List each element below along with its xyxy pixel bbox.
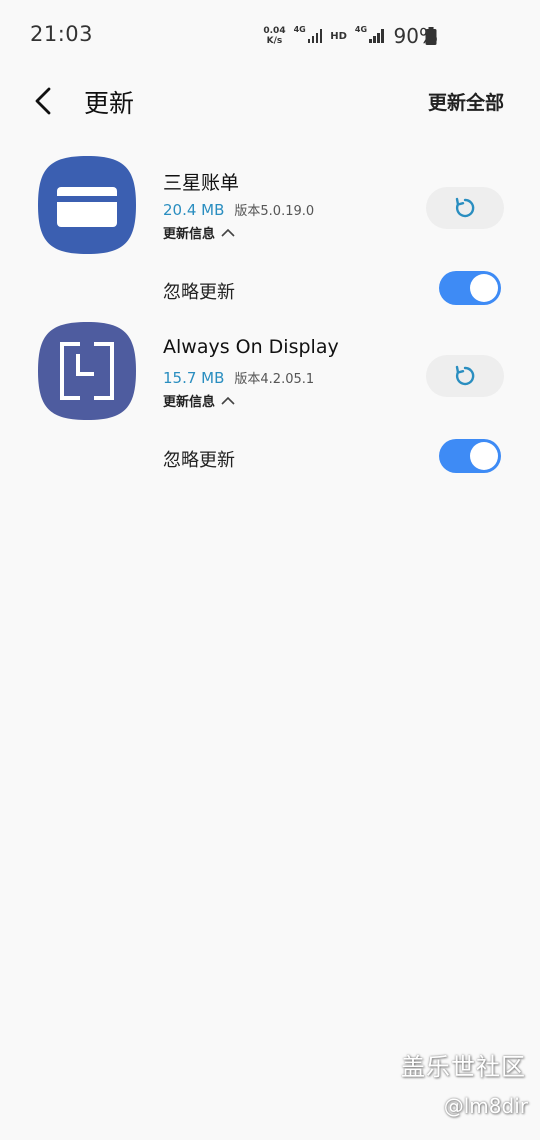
update-info-toggle[interactable]: 更新信息 xyxy=(163,391,235,410)
network-speed-unit: K/s xyxy=(266,36,283,46)
app-size: 20.4 MB xyxy=(163,201,225,219)
refresh-icon xyxy=(455,197,475,218)
ignore-update-label: 忽略更新 xyxy=(163,282,235,303)
battery-icon xyxy=(425,27,437,45)
card-icon xyxy=(38,156,136,254)
update-all-button[interactable]: 更新全部 xyxy=(428,88,504,115)
updates-screen: 21:03 0.04 K/s 4G HD 4G 90% 更新 更新全部 三星账单… xyxy=(0,0,540,1140)
watermark-user: @lm8dir xyxy=(443,1094,528,1118)
update-button[interactable] xyxy=(426,187,504,229)
ignore-update-switch[interactable] xyxy=(439,271,501,305)
update-info-label: 更新信息 xyxy=(163,227,216,242)
app-version: 版本5.0.19.0 xyxy=(234,204,315,219)
chevron-up-icon xyxy=(221,228,235,237)
back-button[interactable] xyxy=(28,84,58,118)
ignore-update-label: 忽略更新 xyxy=(163,450,235,471)
watermark-brand: 盖乐世社区 xyxy=(401,1053,526,1081)
signal-1-icon xyxy=(307,29,323,43)
update-info-label: 更新信息 xyxy=(163,395,216,410)
refresh-icon xyxy=(455,365,475,386)
network-speed-value: 0.04 xyxy=(263,26,286,36)
switch-knob xyxy=(470,442,498,470)
page-title: 更新 xyxy=(84,89,135,118)
app-meta: 15.7 MB 版本4.2.05.1 xyxy=(163,368,314,387)
status-bar: 21:03 0.04 K/s 4G HD 4G 90% xyxy=(0,0,540,72)
ignore-update-switch[interactable] xyxy=(439,439,501,473)
app-size: 15.7 MB xyxy=(163,369,225,387)
network-type-1: 4G xyxy=(293,24,306,34)
hd-indicator: HD xyxy=(330,30,347,42)
app-update-item: Always On Display 15.7 MB 版本4.2.05.1 更新信… xyxy=(0,318,540,488)
app-version: 版本4.2.05.1 xyxy=(234,372,315,387)
chevron-left-icon xyxy=(35,87,51,115)
app-update-item: 三星账单 20.4 MB 版本5.0.19.0 更新信息 忽略更新 xyxy=(0,150,540,320)
status-indicators: 0.04 K/s 4G HD 4G 90% xyxy=(263,24,438,48)
clock-frame-icon xyxy=(38,322,136,420)
app-name: Always On Display xyxy=(163,336,339,358)
network-type-2: 4G xyxy=(354,24,368,34)
update-button[interactable] xyxy=(426,355,504,397)
switch-knob xyxy=(470,274,498,302)
network-speed: 0.04 K/s xyxy=(263,26,285,46)
app-name: 三星账单 xyxy=(163,172,240,194)
status-time: 21:03 xyxy=(30,22,94,46)
update-info-toggle[interactable]: 更新信息 xyxy=(163,223,235,242)
app-meta: 20.4 MB 版本5.0.19.0 xyxy=(163,200,314,219)
signal-2-icon xyxy=(369,29,384,43)
chevron-up-icon xyxy=(221,396,235,405)
app-bar: 更新 更新全部 xyxy=(0,72,540,130)
